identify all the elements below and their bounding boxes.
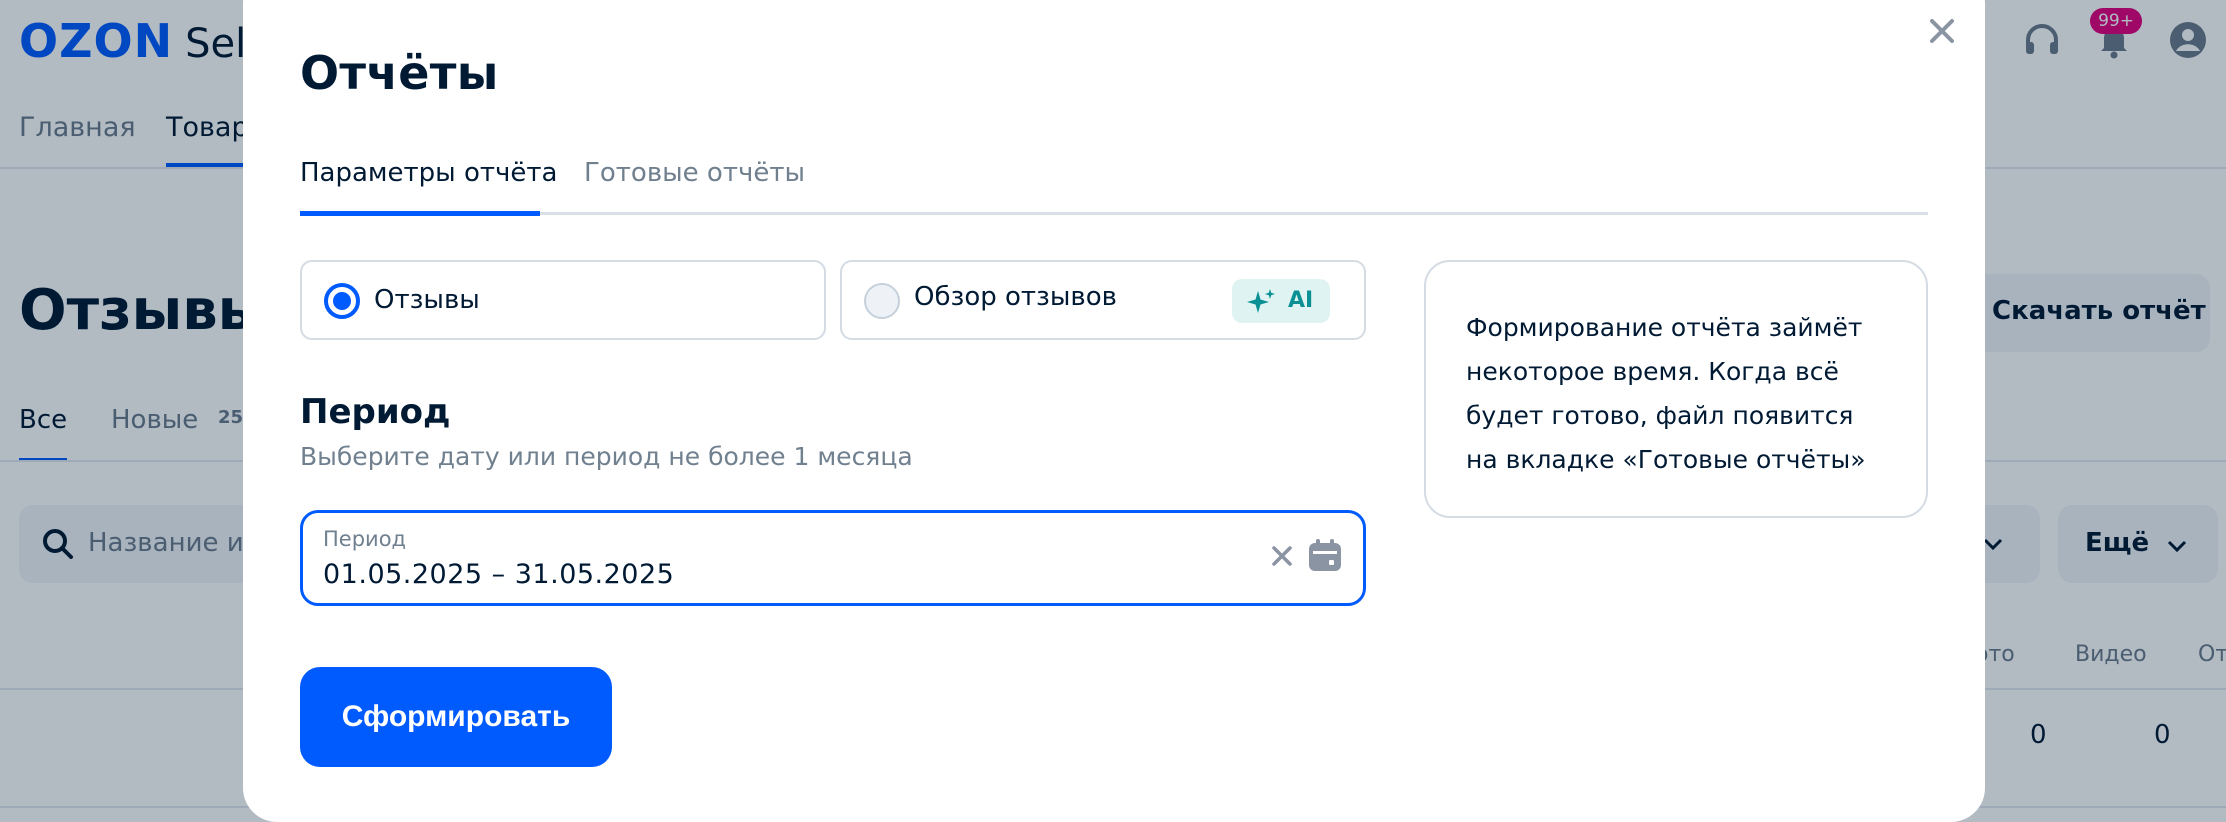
calendar-icon[interactable] — [1307, 537, 1343, 573]
radio-unchecked[interactable] — [864, 283, 900, 319]
modal-title: Отчёты — [300, 46, 499, 100]
period-date-field[interactable]: Период 01.05.2025 – 31.05.2025 — [300, 510, 1366, 606]
tab-active-indicator — [300, 211, 540, 216]
report-type-label: Отзывы — [374, 285, 480, 315]
generate-report-button[interactable]: Сформировать — [300, 667, 612, 767]
sparkle-icon — [1247, 289, 1275, 313]
period-field-label: Период — [323, 527, 407, 551]
period-field-value: 01.05.2025 – 31.05.2025 — [323, 559, 675, 590]
tabs-divider — [300, 212, 1928, 215]
period-hint: Выберите дату или период не более 1 меся… — [300, 442, 913, 471]
report-type-reviews-overview[interactable]: Обзор отзывов AI — [840, 260, 1366, 340]
tab-report-parameters[interactable]: Параметры отчёта — [300, 158, 557, 188]
close-icon[interactable] — [1927, 14, 1957, 48]
tab-ready-reports[interactable]: Готовые отчёты — [584, 158, 805, 188]
info-text: Формирование отчёта займёт некоторое вре… — [1466, 313, 1866, 474]
radio-checked[interactable] — [324, 283, 360, 319]
info-card: Формирование отчёта займёт некоторое вре… — [1424, 260, 1928, 518]
report-type-reviews[interactable]: Отзывы — [300, 260, 826, 340]
clear-icon[interactable] — [1268, 537, 1296, 571]
ai-badge: AI — [1232, 279, 1330, 323]
report-type-label: Обзор отзывов — [914, 282, 1117, 312]
ai-badge-label: AI — [1288, 288, 1314, 313]
period-section-title: Период — [300, 392, 451, 432]
